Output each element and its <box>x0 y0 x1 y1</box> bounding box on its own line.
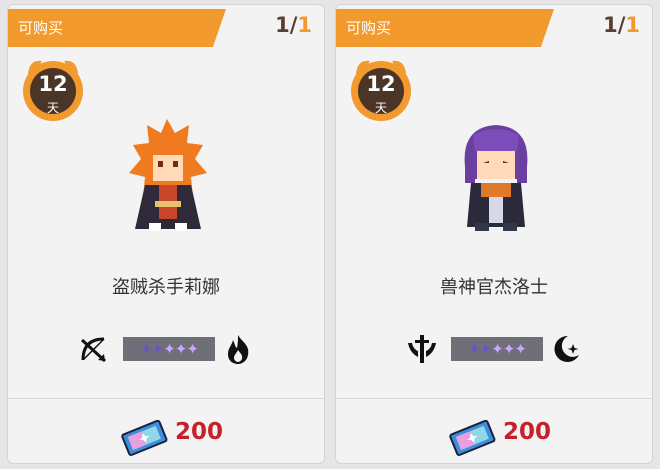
divider <box>8 398 324 399</box>
buy-button[interactable]: 200 <box>336 405 652 463</box>
price-value: 200 <box>175 419 224 445</box>
rarity-stars: ✦✦ ✦✦✦ <box>123 337 215 361</box>
ticket-icon <box>449 419 496 457</box>
buy-button[interactable]: 200 <box>8 405 324 463</box>
priest-icon <box>408 335 436 363</box>
bow-icon <box>80 337 107 363</box>
timer-unit: 天 <box>374 101 387 115</box>
status-badge: 可购买 <box>336 9 554 47</box>
ticket-icon <box>121 419 168 457</box>
shop-item-card[interactable]: 可购买 1/1 12 天 兽神官杰洛士 ✦✦ ✦✦✦ 200 <box>335 4 653 464</box>
character-sprite <box>464 125 528 231</box>
timer-value: 12 <box>366 72 396 96</box>
alarm-clock-icon: 12 天 <box>350 55 412 127</box>
character-sprite <box>129 119 207 231</box>
moon-icon <box>554 335 579 362</box>
character-name: 兽神官杰洛士 <box>440 277 548 298</box>
character-traits: ✦✦ ✦✦✦ <box>8 329 324 369</box>
purchase-quantity: 1/1 <box>275 13 312 37</box>
purchase-quantity: 1/1 <box>603 13 640 37</box>
timer-value: 12 <box>38 72 68 96</box>
price-value: 200 <box>503 419 552 445</box>
divider <box>336 398 652 399</box>
status-badge: 可购买 <box>8 9 226 47</box>
shop-item-card[interactable]: 可购买 1/1 12 天 盗贼杀手莉娜 ✦✦ ✦✦✦ 200 <box>7 4 325 464</box>
alarm-clock-icon: 12 天 <box>22 55 84 127</box>
fire-icon <box>228 335 249 364</box>
character-name: 盗贼杀手莉娜 <box>112 277 220 298</box>
rarity-stars: ✦✦ ✦✦✦ <box>451 337 543 361</box>
character-traits: ✦✦ ✦✦✦ <box>336 329 652 369</box>
timer-unit: 天 <box>46 101 59 115</box>
